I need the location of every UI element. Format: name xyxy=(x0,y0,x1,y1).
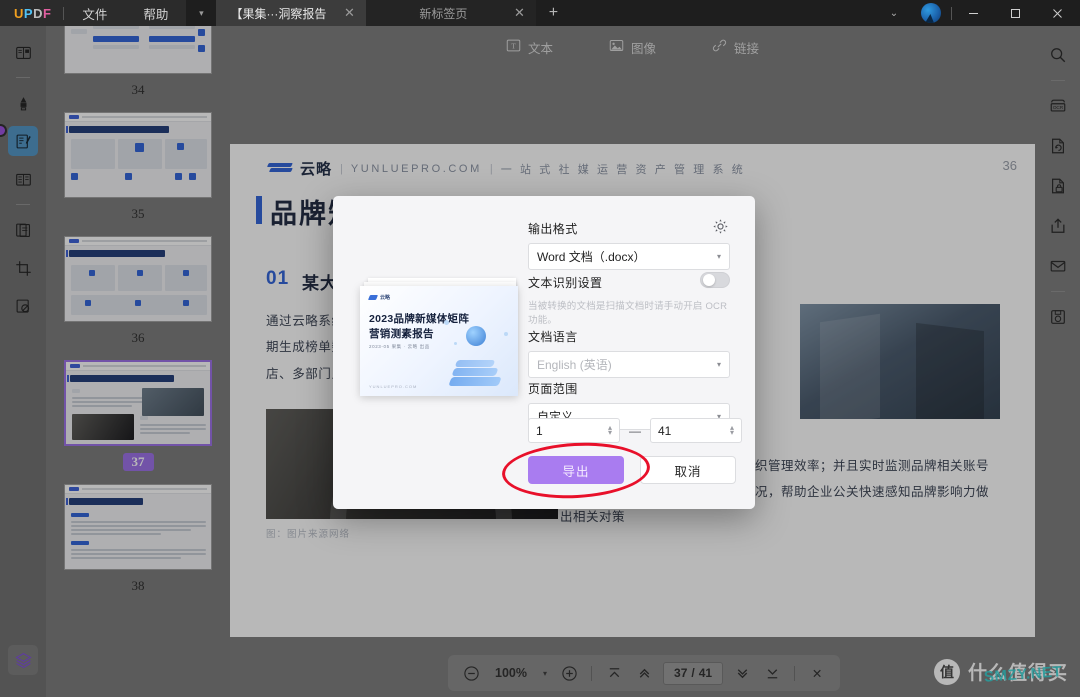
document-language-label: 文档语言 xyxy=(528,330,578,344)
stepper-arrows[interactable]: ▴ ▾ xyxy=(608,423,612,436)
output-format-label: 输出格式 xyxy=(528,222,578,236)
app-window: UPDF 文件 帮助 ▾ 【果集···洞察报告 ✕ 新标签页 ✕ + ⌄ OCR… xyxy=(0,0,1080,697)
chevron-down-icon: ▾ xyxy=(716,360,721,369)
menu-file[interactable]: 文件 xyxy=(64,0,125,26)
page-range-label: 页面范围 xyxy=(528,382,578,396)
title-bar: UPDF 文件 帮助 ▾ 【果集···洞察报告 ✕ 新标签页 ✕ + ⌄ xyxy=(0,0,1080,26)
menu-help[interactable]: 帮助 xyxy=(125,0,186,26)
close-icon[interactable]: ✕ xyxy=(512,5,526,21)
cancel-button[interactable]: 取消 xyxy=(640,456,736,484)
ocr-hint: 当被转换的文档是扫描文档时请手动开启 OCR 功能。 xyxy=(528,301,728,326)
stepper-arrows[interactable]: ▴ ▾ xyxy=(730,423,734,436)
new-tab-button[interactable]: + xyxy=(536,0,571,26)
maximize-button[interactable] xyxy=(994,0,1036,26)
minimize-button[interactable] xyxy=(952,0,994,26)
close-icon[interactable]: ✕ xyxy=(342,5,356,21)
document-language-value: English (英语) xyxy=(537,358,612,372)
document-language-field: 文档语言 English (英语) ▾ xyxy=(528,328,730,378)
page-range-from-value: 1 xyxy=(536,423,543,438)
avatar[interactable] xyxy=(921,3,941,23)
tab-document[interactable]: 【果集···洞察报告 ✕ xyxy=(216,0,367,26)
export-button[interactable]: 导出 xyxy=(528,456,624,484)
preview-brand-logo: 云略 xyxy=(367,294,391,301)
page-range-to-value: 41 xyxy=(658,423,672,438)
gear-icon[interactable] xyxy=(712,218,730,236)
preview-title-line2: 营销测素报告 xyxy=(369,328,434,340)
tab-label: 【果集···洞察报告 xyxy=(230,6,327,21)
preview-page-front: 云略 2023品牌新媒体矩阵 营销测素报告 2023-05 果集 · 云略 出品… xyxy=(360,286,518,396)
chevron-down-icon[interactable]: ⌄ xyxy=(877,8,911,19)
preview-logo-text: 云略 xyxy=(380,295,391,301)
page-range-to-input[interactable]: 41 ▴ ▾ xyxy=(650,418,742,443)
page-range-inputs: 1 ▴ ▾ — 41 ▴ ▾ xyxy=(528,418,742,443)
page-range-from-input[interactable]: 1 ▴ ▾ xyxy=(528,418,620,443)
preview-date: 2023-05 果集 · 云略 出品 xyxy=(369,344,430,349)
close-button[interactable] xyxy=(1036,0,1078,26)
window-controls: ⌄ xyxy=(877,0,1080,26)
tab-label: 新标签页 xyxy=(419,6,468,21)
output-format-select[interactable]: Word 文档（.docx） ▾ xyxy=(528,243,730,270)
preview-illustration xyxy=(440,316,514,390)
output-format-value: Word 文档（.docx） xyxy=(537,250,646,264)
ocr-toggle[interactable] xyxy=(700,272,730,288)
tab-new-page[interactable]: 新标签页 ✕ xyxy=(366,0,537,26)
ocr-setting-field: 文本识别设置 当被转换的文档是扫描文档时请手动开启 OCR 功能。 xyxy=(528,272,730,326)
output-format-field: 输出格式 Word 文档（.docx） ▾ xyxy=(528,218,730,270)
app-logo: UPDF xyxy=(14,5,52,21)
titlebar-spacer xyxy=(570,0,877,26)
dialog-actions: 导出 取消 xyxy=(528,456,736,484)
range-separator: — xyxy=(629,423,641,438)
preview-url: YUNLUEPRO.COM xyxy=(369,384,418,389)
document-preview: 云略 2023品牌新媒体矩阵 营销测素报告 2023-05 果集 · 云略 出品… xyxy=(360,278,520,398)
chevron-down-icon: ▾ xyxy=(716,252,721,261)
document-language-select[interactable]: English (英语) ▾ xyxy=(528,351,730,378)
tab-list-dropdown[interactable]: ▾ xyxy=(186,0,217,26)
